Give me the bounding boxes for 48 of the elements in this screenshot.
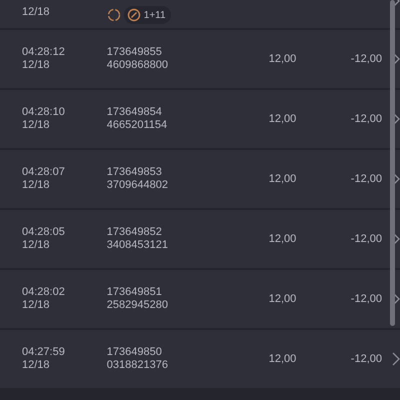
bet-row[interactable]: 04:27:59 12/18 173649850 0318821376 12,00 -12,00 (0, 330, 400, 388)
date-text: 12/18 (22, 6, 51, 19)
stake-amount: 12,00 (268, 292, 296, 306)
bet-id: 173649851 (106, 286, 163, 299)
bet-row[interactable]: 12/18 1+11 (0, 0, 400, 28)
refresh-icon (106, 8, 121, 22)
result-amount: -12,00 (350, 112, 382, 126)
stake-amount: 12,00 (268, 352, 296, 366)
bet-id: 173649854 (106, 106, 163, 119)
time-text: 04:28:10 (22, 106, 66, 119)
bet-row[interactable]: 04:28:10 12/18 173649854 4665201154 12,00 -12,00 (0, 90, 400, 148)
badge-text: 1+11 (144, 8, 166, 22)
reference-number: 3408453121 (106, 239, 169, 252)
stake-amount: 12,00 (268, 232, 296, 246)
reference-number: 0318821376 (106, 359, 169, 372)
bet-row[interactable]: 04:28:02 12/18 173649851 2582945280 12,00 -12,00 (0, 270, 400, 328)
stake-amount: 12,00 (268, 112, 296, 126)
chevron-right-icon[interactable] (392, 352, 400, 366)
time-text: 04:28:02 (22, 286, 66, 299)
date-text: 12/18 (22, 359, 51, 372)
bet-row[interactable]: 04:28:05 12/18 173649852 3408453121 12,00 -12,00 (0, 210, 400, 268)
bet-row[interactable]: 04:28:12 12/18 173649855 4609868800 12,00 -12,00 (0, 30, 400, 88)
date-text: 12/18 (22, 299, 51, 312)
time-text: 04:28:05 (22, 226, 66, 239)
reference-number: 4665201154 (106, 119, 168, 132)
time-text: 04:27:59 (22, 346, 66, 359)
stake-amount: 12,00 (268, 172, 296, 186)
reference-number: 2582945280 (106, 299, 169, 312)
result-amount: -12,00 (350, 52, 382, 66)
bet-id: 173649855 (106, 46, 163, 59)
reference-number: 3709644802 (106, 179, 169, 192)
bet-row[interactable]: 04:28:07 12/18 173649853 3709644802 12,00 -12,00 (0, 150, 400, 208)
bet-id: 173649853 (106, 166, 163, 179)
scrollbar[interactable] (390, 0, 395, 326)
bet-id: 173649850 (106, 346, 163, 359)
result-amount: -12,00 (350, 172, 382, 186)
stake-amount: 12,00 (268, 52, 296, 66)
bet-id: 173649852 (106, 226, 163, 239)
date-text: 12/18 (22, 119, 51, 132)
result-amount: -12,00 (350, 352, 382, 366)
result-amount: -12,00 (350, 232, 382, 246)
date-text: 12/18 (22, 179, 51, 192)
result-amount: -12,00 (350, 292, 382, 306)
date-text: 12/18 (22, 239, 51, 252)
date-text: 12/18 (22, 59, 51, 72)
reference-number: 4609868800 (106, 59, 169, 72)
time-text: 04:28:12 (22, 46, 66, 59)
time-text: 04:28:07 (22, 166, 66, 179)
